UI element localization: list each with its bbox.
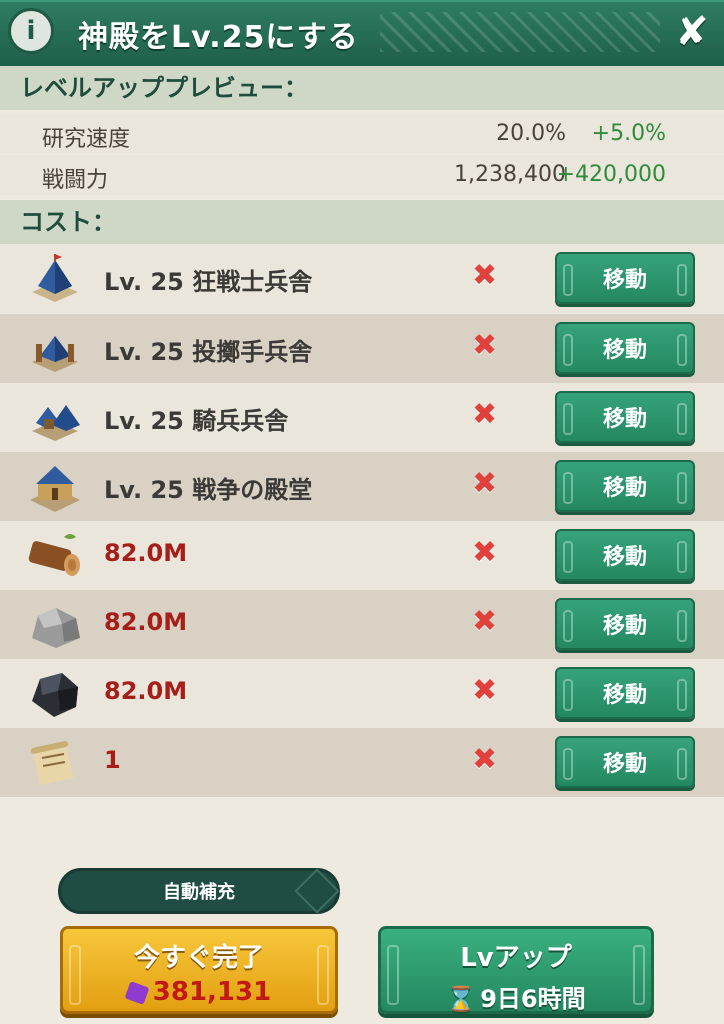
preview-row-research-speed: 研究速度 20.0% +5.0% (0, 114, 724, 154)
dialog-title: 神殿をLv.25にする (78, 20, 359, 55)
stable-icon (32, 405, 80, 441)
instant-complete-button[interactable]: 今すぐ完了 381,131 (60, 926, 338, 1014)
auto-refill-label: 自動補充 (163, 882, 235, 903)
cost-row: 82.0M ✖ 移動 (0, 659, 724, 728)
unmet-icon: ✖ (472, 742, 498, 777)
preview-current: 20.0% (496, 121, 566, 146)
diamond-knob-icon (294, 868, 340, 914)
preview-increase: +5.0% (591, 121, 666, 146)
unmet-icon: ✖ (472, 466, 498, 501)
archery-range-icon (32, 336, 78, 372)
cost-item-name: 1 (104, 746, 121, 774)
iron-icon (32, 673, 78, 717)
close-icon[interactable]: ✘ (670, 9, 714, 55)
cost-row: Lv. 25 戦争の殿堂 ✖ 移動 (0, 452, 724, 521)
cost-item-name: 82.0M (104, 539, 188, 567)
instant-complete-cost: 381,131 (63, 977, 335, 1007)
preview-increase: +420,000 (556, 162, 666, 187)
instant-complete-label: 今すぐ完了 (133, 943, 264, 973)
cost-item-name: Lv. 25 投擲手兵舎 (104, 338, 313, 366)
cost-row: 82.0M ✖ 移動 (0, 590, 724, 659)
cost-item-name: Lv. 25 戦争の殿堂 (104, 476, 313, 504)
preview-row-power: 戦闘力 1,238,400 +420,000 (0, 155, 724, 195)
unmet-icon: ✖ (472, 397, 498, 432)
stone-icon (32, 608, 80, 648)
cost-row: Lv. 25 投擲手兵舎 ✖ 移動 (0, 314, 724, 383)
level-up-time: ⌛ 9日6時間 (446, 985, 586, 1013)
preview-label: 研究速度 (42, 127, 131, 152)
preview-current: 1,238,400 (454, 162, 566, 187)
cost-item-name: 82.0M (104, 608, 188, 636)
barracks-icon (32, 254, 78, 302)
unmet-icon: ✖ (472, 328, 498, 363)
cost-row: 1 ✖ 移動 (0, 728, 724, 797)
scroll-icon (30, 741, 74, 786)
unmet-icon: ✖ (472, 673, 498, 708)
goto-button[interactable]: 移動 (555, 460, 695, 512)
goto-button[interactable]: 移動 (555, 529, 695, 581)
cost-item-name: Lv. 25 狂戦士兵舎 (104, 268, 313, 296)
header-ornament (380, 12, 660, 52)
cost-item-name: 82.0M (104, 677, 188, 705)
preview-section-label: レベルアッププレビュー： (0, 66, 724, 110)
cost-row: Lv. 25 騎兵兵舎 ✖ 移動 (0, 383, 724, 452)
goto-button[interactable]: 移動 (555, 598, 695, 650)
wood-icon (28, 534, 80, 576)
goto-button[interactable]: 移動 (555, 322, 695, 374)
auto-refill-toggle[interactable]: 自動補充 (58, 868, 340, 914)
cost-section-label: コスト： (0, 200, 724, 244)
cost-item-name: Lv. 25 騎兵兵舎 (104, 407, 289, 435)
dialog-header: i 神殿をLv.25にする ✘ (0, 0, 724, 69)
info-icon[interactable]: i (8, 8, 54, 54)
unmet-icon: ✖ (472, 258, 498, 293)
hourglass-icon: ⌛ (446, 985, 477, 1013)
hall-of-war-icon (30, 466, 80, 512)
unmet-icon: ✖ (472, 535, 498, 570)
goto-button[interactable]: 移動 (555, 736, 695, 788)
goto-button[interactable]: 移動 (555, 391, 695, 443)
unmet-icon: ✖ (472, 604, 498, 639)
gem-icon (124, 980, 150, 1005)
preview-label: 戦闘力 (42, 168, 109, 193)
level-up-button[interactable]: Lvアップ ⌛ 9日6時間 (378, 926, 654, 1014)
goto-button[interactable]: 移動 (555, 667, 695, 719)
cost-row: Lv. 25 狂戦士兵舎 ✖ 移動 (0, 244, 724, 313)
cost-row: 82.0M ✖ 移動 (0, 521, 724, 590)
goto-button[interactable]: 移動 (555, 252, 695, 304)
level-up-label: Lvアップ (460, 943, 572, 973)
